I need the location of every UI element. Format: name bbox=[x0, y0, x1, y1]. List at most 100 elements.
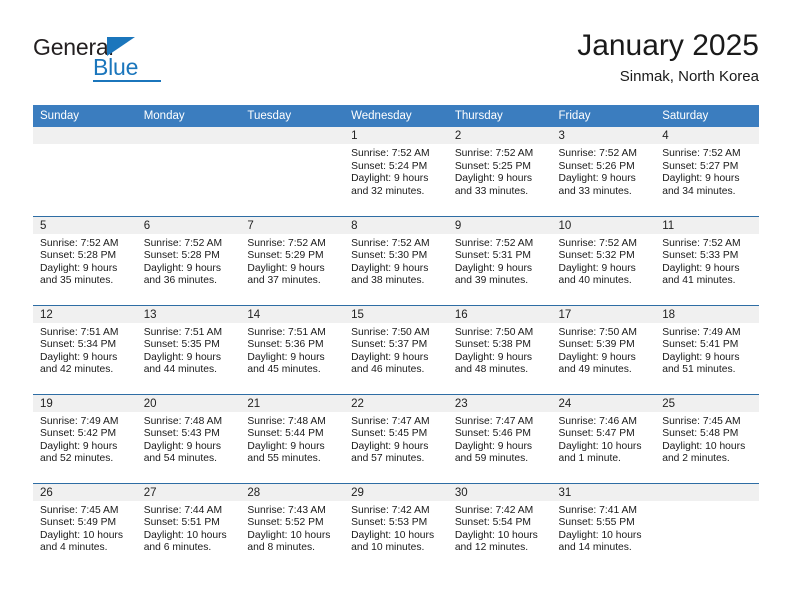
logo-underline bbox=[93, 80, 161, 82]
day-number: 9 bbox=[447, 216, 552, 234]
page-header: General Blue January 2025 Sinmak, North … bbox=[33, 28, 759, 98]
calendar-day-cell[interactable]: 6 Sunrise: 7:52 AM Sunset: 5:28 PM Daylight… bbox=[136, 215, 241, 305]
calendar-day-cell[interactable]: 5 Sunrise: 7:52 AM Sunset: 5:28 PM Daylight… bbox=[33, 215, 137, 305]
page-subtitle: Sinmak, North Korea bbox=[619, 68, 759, 85]
day-number: 27 bbox=[136, 483, 241, 501]
day-details: Sunrise: 7:52 AM Sunset: 5:26 PM Daylight:… bbox=[552, 144, 656, 198]
day-details: Sunrise: 7:50 AM Sunset: 5:38 PM Daylight:… bbox=[448, 323, 552, 377]
calendar-week-row: 1 Sunrise: 7:52 AM Sunset: 5:24 PM Daylight… bbox=[33, 127, 759, 216]
calendar-day-cell[interactable]: 14 Sunrise: 7:51 AM Sunset: 5:36 PM Dayligh… bbox=[240, 304, 345, 394]
day-detail-line: Sunset: 5:36 PM bbox=[247, 339, 324, 351]
day-number: 31 bbox=[551, 483, 656, 501]
day-detail-line: Daylight: 9 hours bbox=[351, 262, 429, 274]
day-detail-line: Daylight: 10 hours bbox=[454, 529, 538, 541]
day-detail-line: Sunrise: 7:52 AM bbox=[351, 148, 430, 159]
day-detail-line: Daylight: 10 hours bbox=[143, 529, 227, 541]
day-details bbox=[33, 144, 137, 148]
calendar-day-cell[interactable]: 20 Sunrise: 7:48 AM Sunset: 5:43 PM Dayligh… bbox=[136, 393, 241, 483]
calendar-day-cell[interactable]: 18 Sunrise: 7:49 AM Sunset: 5:41 PM Dayligh… bbox=[655, 304, 759, 394]
day-details: Sunrise: 7:52 AM Sunset: 5:31 PM Daylight:… bbox=[448, 234, 552, 288]
day-number: 18 bbox=[655, 305, 759, 323]
calendar-day-cell[interactable]: 27 Sunrise: 7:44 AM Sunset: 5:51 PM Dayligh… bbox=[136, 482, 241, 572]
calendar-day-cell[interactable]: 8 Sunrise: 7:52 AM Sunset: 5:30 PM Daylight… bbox=[344, 215, 448, 305]
day-detail-line: Sunrise: 7:45 AM bbox=[40, 504, 119, 516]
day-detail-line: Daylight: 9 hours bbox=[662, 173, 740, 185]
day-detail-line: and 41 minutes. bbox=[662, 275, 736, 287]
calendar-day-cell[interactable]: 19 Sunrise: 7:49 AM Sunset: 5:42 PM Dayligh… bbox=[33, 393, 137, 483]
day-detail-line: Sunset: 5:55 PM bbox=[558, 517, 635, 529]
day-detail-line: Daylight: 9 hours bbox=[40, 440, 118, 452]
calendar-day-cell[interactable]: 24 Sunrise: 7:46 AM Sunset: 5:47 PM Dayligh… bbox=[551, 393, 656, 483]
day-detail-line: Sunset: 5:45 PM bbox=[351, 428, 428, 440]
calendar-day-cell[interactable]: 21 Sunrise: 7:48 AM Sunset: 5:44 PM Dayligh… bbox=[240, 393, 345, 483]
day-details: Sunrise: 7:50 AM Sunset: 5:37 PM Daylight:… bbox=[344, 323, 448, 377]
day-detail-line: Sunset: 5:48 PM bbox=[662, 428, 739, 440]
day-detail-line: and 57 minutes. bbox=[351, 453, 425, 465]
day-detail-line: and 42 minutes. bbox=[40, 364, 114, 376]
calendar-week-row: 12 Sunrise: 7:51 AM Sunset: 5:34 PM Dayligh… bbox=[33, 304, 759, 394]
calendar-day-cell[interactable]: 22 Sunrise: 7:47 AM Sunset: 5:45 PM Dayligh… bbox=[344, 393, 448, 483]
page-title: January 2025 bbox=[577, 29, 759, 62]
day-detail-line: Sunset: 5:42 PM bbox=[40, 428, 117, 440]
day-detail-line: and 8 minutes. bbox=[247, 542, 315, 554]
day-details: Sunrise: 7:48 AM Sunset: 5:43 PM Daylight:… bbox=[137, 412, 241, 466]
day-details: Sunrise: 7:45 AM Sunset: 5:49 PM Daylight:… bbox=[33, 501, 137, 555]
day-detail-line: Daylight: 10 hours bbox=[351, 529, 435, 541]
calendar-day-cell[interactable]: 12 Sunrise: 7:51 AM Sunset: 5:34 PM Dayligh… bbox=[33, 304, 137, 394]
day-detail-line: and 49 minutes. bbox=[558, 364, 632, 376]
calendar-head: Sunday Monday Tuesday Wednesday Thursday Frid… bbox=[33, 105, 759, 127]
calendar-day-cell[interactable]: 13 Sunrise: 7:51 AM Sunset: 5:35 PM Dayligh… bbox=[136, 304, 241, 394]
day-detail-line: Daylight: 9 hours bbox=[351, 440, 429, 452]
calendar-day-cell[interactable]: 2 Sunrise: 7:52 AM Sunset: 5:25 PM Daylight… bbox=[447, 127, 552, 216]
day-detail-line: Sunset: 5:39 PM bbox=[558, 339, 635, 351]
calendar-day-cell[interactable]: 28 Sunrise: 7:43 AM Sunset: 5:52 PM Dayligh… bbox=[240, 482, 345, 572]
day-detail-line: Sunrise: 7:52 AM bbox=[558, 237, 637, 249]
calendar-day-cell[interactable]: 15 Sunrise: 7:50 AM Sunset: 5:37 PM Dayligh… bbox=[344, 304, 448, 394]
calendar-day-cell[interactable]: 11 Sunrise: 7:52 AM Sunset: 5:33 PM Dayligh… bbox=[655, 215, 759, 305]
day-detail-line: Daylight: 9 hours bbox=[247, 440, 325, 452]
day-detail-line: Sunrise: 7:41 AM bbox=[558, 504, 637, 516]
day-detail-line: Sunrise: 7:50 AM bbox=[454, 326, 534, 338]
day-detail-line: Daylight: 9 hours bbox=[662, 262, 740, 274]
day-detail-line: Sunrise: 7:45 AM bbox=[662, 415, 741, 427]
day-detail-line: and 34 minutes. bbox=[662, 185, 736, 197]
day-detail-line: Sunset: 5:44 PM bbox=[247, 428, 324, 440]
day-number: 16 bbox=[447, 305, 552, 323]
calendar-day-cell[interactable]: 23 Sunrise: 7:47 AM Sunset: 5:46 PM Dayligh… bbox=[447, 393, 552, 483]
calendar-week-row: 5 Sunrise: 7:52 AM Sunset: 5:28 PM Daylight… bbox=[33, 215, 759, 305]
day-detail-line: and 55 minutes. bbox=[247, 453, 321, 465]
day-detail-line: Sunset: 5:46 PM bbox=[454, 428, 531, 440]
day-number: 22 bbox=[344, 394, 448, 412]
day-details: Sunrise: 7:51 AM Sunset: 5:35 PM Daylight:… bbox=[137, 323, 241, 377]
calendar-day-cell[interactable]: 9 Sunrise: 7:52 AM Sunset: 5:31 PM Daylight… bbox=[447, 215, 552, 305]
calendar-day-cell[interactable]: 30 Sunrise: 7:42 AM Sunset: 5:54 PM Dayligh… bbox=[447, 482, 552, 572]
day-detail-line: Daylight: 9 hours bbox=[454, 440, 533, 452]
calendar-day-cell[interactable]: 10 Sunrise: 7:52 AM Sunset: 5:32 PM Dayligh… bbox=[551, 215, 656, 305]
calendar-page: General Blue January 2025 Sinmak, North … bbox=[0, 0, 792, 612]
calendar-day-cell[interactable]: 7 Sunrise: 7:52 AM Sunset: 5:29 PM Daylight… bbox=[240, 215, 345, 305]
calendar-day-cell[interactable]: 4 Sunrise: 7:52 AM Sunset: 5:27 PM Daylight… bbox=[655, 127, 759, 216]
calendar-day-cell[interactable]: 26 Sunrise: 7:45 AM Sunset: 5:49 PM Dayligh… bbox=[33, 482, 137, 572]
day-detail-line: and 48 minutes. bbox=[454, 364, 529, 376]
day-detail-line: and 52 minutes. bbox=[40, 453, 114, 465]
calendar-day-cell[interactable]: 31 Sunrise: 7:41 AM Sunset: 5:55 PM Dayligh… bbox=[551, 482, 656, 572]
sunrise-sunset-calendar: Sunday Monday Tuesday Wednesday Thursday Frid… bbox=[33, 105, 759, 572]
day-number: 24 bbox=[551, 394, 656, 412]
calendar-body: 1 Sunrise: 7:52 AM Sunset: 5:24 PM Daylight… bbox=[33, 127, 759, 572]
calendar-day-cell[interactable]: 25 Sunrise: 7:45 AM Sunset: 5:48 PM Dayligh… bbox=[655, 393, 759, 483]
calendar-day-cell[interactable]: 16 Sunrise: 7:50 AM Sunset: 5:38 PM Dayligh… bbox=[447, 304, 552, 394]
calendar-day-cell[interactable]: 17 Sunrise: 7:50 AM Sunset: 5:39 PM Dayligh… bbox=[551, 304, 656, 394]
calendar-day-cell[interactable]: 29 Sunrise: 7:42 AM Sunset: 5:53 PM Dayligh… bbox=[344, 482, 448, 572]
day-details: Sunrise: 7:52 AM Sunset: 5:28 PM Daylight:… bbox=[137, 234, 241, 288]
calendar-day-cell[interactable]: 1 Sunrise: 7:52 AM Sunset: 5:24 PM Daylight… bbox=[344, 127, 448, 216]
day-detail-line: Daylight: 9 hours bbox=[143, 262, 221, 274]
day-detail-line: Sunset: 5:38 PM bbox=[454, 339, 531, 351]
day-number bbox=[240, 127, 345, 144]
day-detail-line: Sunset: 5:47 PM bbox=[558, 428, 635, 440]
day-detail-line: Sunrise: 7:52 AM bbox=[454, 148, 534, 159]
day-details: Sunrise: 7:47 AM Sunset: 5:45 PM Daylight:… bbox=[344, 412, 448, 466]
day-detail-line: Daylight: 9 hours bbox=[662, 351, 740, 363]
day-number: 13 bbox=[136, 305, 241, 323]
day-detail-line: Sunrise: 7:49 AM bbox=[662, 326, 741, 338]
calendar-day-cell[interactable]: 3 Sunrise: 7:52 AM Sunset: 5:26 PM Daylight… bbox=[551, 127, 656, 216]
